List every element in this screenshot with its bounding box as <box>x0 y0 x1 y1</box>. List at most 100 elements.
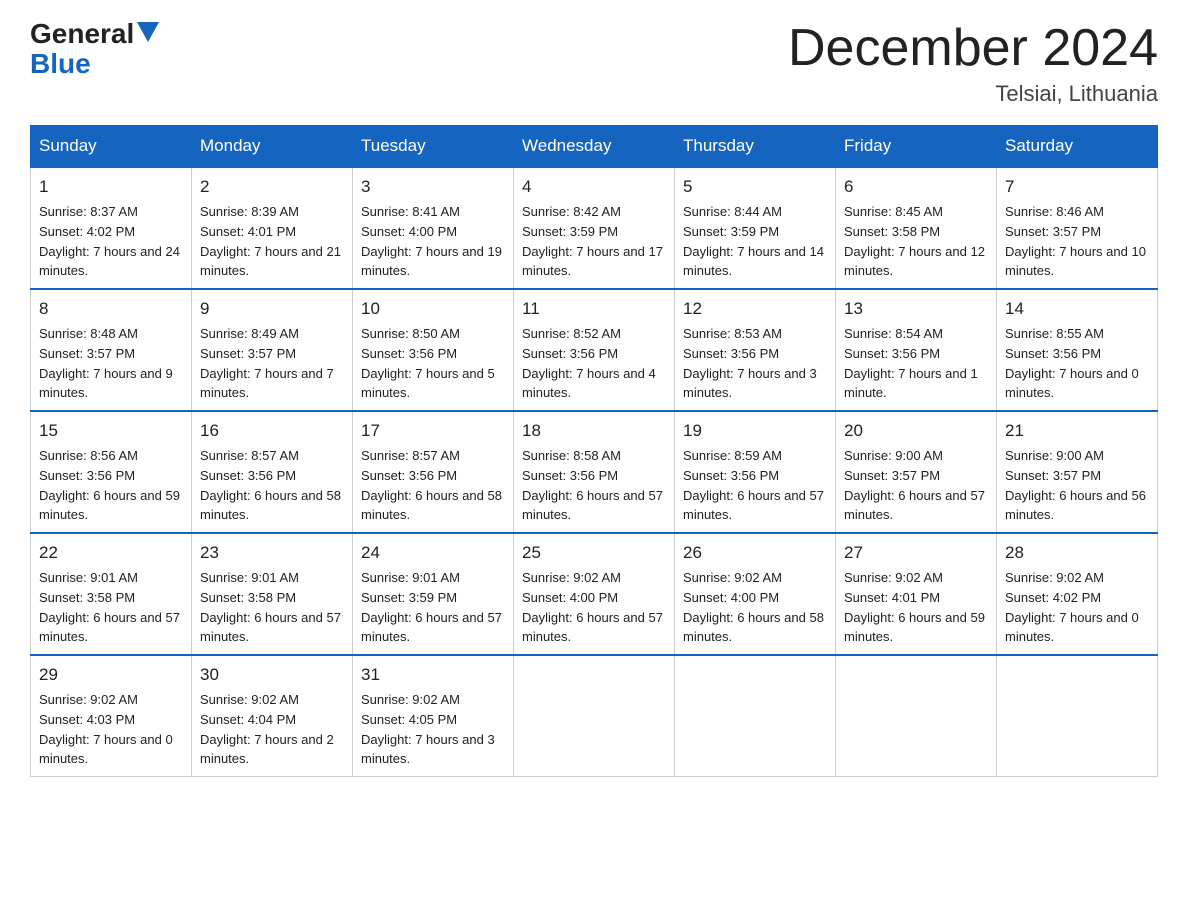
header-monday: Monday <box>192 126 353 168</box>
day-info: Sunrise: 8:52 AMSunset: 3:56 PMDaylight:… <box>522 326 656 401</box>
calendar-week-row: 8 Sunrise: 8:48 AMSunset: 3:57 PMDayligh… <box>31 289 1158 411</box>
calendar-week-row: 15 Sunrise: 8:56 AMSunset: 3:56 PMDaylig… <box>31 411 1158 533</box>
table-row: 4 Sunrise: 8:42 AMSunset: 3:59 PMDayligh… <box>514 167 675 289</box>
table-row: 20 Sunrise: 9:00 AMSunset: 3:57 PMDaylig… <box>836 411 997 533</box>
day-info: Sunrise: 8:59 AMSunset: 3:56 PMDaylight:… <box>683 448 824 523</box>
table-row: 14 Sunrise: 8:55 AMSunset: 3:56 PMDaylig… <box>997 289 1158 411</box>
day-info: Sunrise: 9:02 AMSunset: 4:00 PMDaylight:… <box>522 570 663 645</box>
table-row: 9 Sunrise: 8:49 AMSunset: 3:57 PMDayligh… <box>192 289 353 411</box>
table-row: 5 Sunrise: 8:44 AMSunset: 3:59 PMDayligh… <box>675 167 836 289</box>
table-row: 13 Sunrise: 8:54 AMSunset: 3:56 PMDaylig… <box>836 289 997 411</box>
logo-text-general: General <box>30 20 134 48</box>
header: General Blue December 2024 Telsiai, Lith… <box>30 20 1158 107</box>
logo-text-blue: Blue <box>30 48 91 80</box>
day-number: 14 <box>1005 297 1149 322</box>
day-info: Sunrise: 9:02 AMSunset: 4:01 PMDaylight:… <box>844 570 985 645</box>
day-info: Sunrise: 8:41 AMSunset: 4:00 PMDaylight:… <box>361 204 502 279</box>
table-row: 30 Sunrise: 9:02 AMSunset: 4:04 PMDaylig… <box>192 655 353 777</box>
table-row: 1 Sunrise: 8:37 AMSunset: 4:02 PMDayligh… <box>31 167 192 289</box>
day-number: 4 <box>522 175 666 200</box>
weekday-header-row: Sunday Monday Tuesday Wednesday Thursday… <box>31 126 1158 168</box>
day-number: 20 <box>844 419 988 444</box>
table-row: 21 Sunrise: 9:00 AMSunset: 3:57 PMDaylig… <box>997 411 1158 533</box>
table-row: 19 Sunrise: 8:59 AMSunset: 3:56 PMDaylig… <box>675 411 836 533</box>
day-number: 23 <box>200 541 344 566</box>
table-row: 15 Sunrise: 8:56 AMSunset: 3:56 PMDaylig… <box>31 411 192 533</box>
logo-arrow-icon <box>137 22 159 42</box>
table-row: 17 Sunrise: 8:57 AMSunset: 3:56 PMDaylig… <box>353 411 514 533</box>
day-number: 2 <box>200 175 344 200</box>
day-number: 24 <box>361 541 505 566</box>
day-info: Sunrise: 9:02 AMSunset: 4:00 PMDaylight:… <box>683 570 824 645</box>
day-number: 16 <box>200 419 344 444</box>
day-number: 13 <box>844 297 988 322</box>
day-info: Sunrise: 8:42 AMSunset: 3:59 PMDaylight:… <box>522 204 663 279</box>
table-row <box>514 655 675 777</box>
day-info: Sunrise: 9:01 AMSunset: 3:59 PMDaylight:… <box>361 570 502 645</box>
day-number: 27 <box>844 541 988 566</box>
day-info: Sunrise: 8:53 AMSunset: 3:56 PMDaylight:… <box>683 326 817 401</box>
table-row: 6 Sunrise: 8:45 AMSunset: 3:58 PMDayligh… <box>836 167 997 289</box>
calendar-week-row: 29 Sunrise: 9:02 AMSunset: 4:03 PMDaylig… <box>31 655 1158 777</box>
table-row: 24 Sunrise: 9:01 AMSunset: 3:59 PMDaylig… <box>353 533 514 655</box>
day-number: 28 <box>1005 541 1149 566</box>
day-number: 22 <box>39 541 183 566</box>
table-row: 22 Sunrise: 9:01 AMSunset: 3:58 PMDaylig… <box>31 533 192 655</box>
calendar-week-row: 1 Sunrise: 8:37 AMSunset: 4:02 PMDayligh… <box>31 167 1158 289</box>
day-number: 18 <box>522 419 666 444</box>
table-row: 3 Sunrise: 8:41 AMSunset: 4:00 PMDayligh… <box>353 167 514 289</box>
day-info: Sunrise: 8:37 AMSunset: 4:02 PMDaylight:… <box>39 204 180 279</box>
day-info: Sunrise: 9:02 AMSunset: 4:04 PMDaylight:… <box>200 692 334 767</box>
day-number: 3 <box>361 175 505 200</box>
day-info: Sunrise: 8:39 AMSunset: 4:01 PMDaylight:… <box>200 204 341 279</box>
day-number: 19 <box>683 419 827 444</box>
table-row: 7 Sunrise: 8:46 AMSunset: 3:57 PMDayligh… <box>997 167 1158 289</box>
calendar-week-row: 22 Sunrise: 9:01 AMSunset: 3:58 PMDaylig… <box>31 533 1158 655</box>
day-number: 31 <box>361 663 505 688</box>
day-info: Sunrise: 9:01 AMSunset: 3:58 PMDaylight:… <box>200 570 341 645</box>
header-thursday: Thursday <box>675 126 836 168</box>
day-number: 29 <box>39 663 183 688</box>
day-info: Sunrise: 9:02 AMSunset: 4:05 PMDaylight:… <box>361 692 495 767</box>
day-info: Sunrise: 9:00 AMSunset: 3:57 PMDaylight:… <box>1005 448 1146 523</box>
header-wednesday: Wednesday <box>514 126 675 168</box>
logo: General Blue <box>30 20 159 80</box>
table-row: 18 Sunrise: 8:58 AMSunset: 3:56 PMDaylig… <box>514 411 675 533</box>
day-info: Sunrise: 9:02 AMSunset: 4:03 PMDaylight:… <box>39 692 173 767</box>
day-info: Sunrise: 8:57 AMSunset: 3:56 PMDaylight:… <box>200 448 341 523</box>
table-row <box>997 655 1158 777</box>
day-number: 8 <box>39 297 183 322</box>
table-row: 31 Sunrise: 9:02 AMSunset: 4:05 PMDaylig… <box>353 655 514 777</box>
day-number: 5 <box>683 175 827 200</box>
day-number: 6 <box>844 175 988 200</box>
header-tuesday: Tuesday <box>353 126 514 168</box>
table-row: 16 Sunrise: 8:57 AMSunset: 3:56 PMDaylig… <box>192 411 353 533</box>
table-row: 10 Sunrise: 8:50 AMSunset: 3:56 PMDaylig… <box>353 289 514 411</box>
day-number: 30 <box>200 663 344 688</box>
day-info: Sunrise: 8:50 AMSunset: 3:56 PMDaylight:… <box>361 326 495 401</box>
month-title: December 2024 <box>788 20 1158 77</box>
day-info: Sunrise: 8:55 AMSunset: 3:56 PMDaylight:… <box>1005 326 1139 401</box>
table-row: 23 Sunrise: 9:01 AMSunset: 3:58 PMDaylig… <box>192 533 353 655</box>
table-row: 8 Sunrise: 8:48 AMSunset: 3:57 PMDayligh… <box>31 289 192 411</box>
day-number: 17 <box>361 419 505 444</box>
calendar-table: Sunday Monday Tuesday Wednesday Thursday… <box>30 125 1158 777</box>
table-row: 2 Sunrise: 8:39 AMSunset: 4:01 PMDayligh… <box>192 167 353 289</box>
day-number: 11 <box>522 297 666 322</box>
day-info: Sunrise: 9:02 AMSunset: 4:02 PMDaylight:… <box>1005 570 1139 645</box>
day-number: 12 <box>683 297 827 322</box>
day-number: 15 <box>39 419 183 444</box>
table-row: 11 Sunrise: 8:52 AMSunset: 3:56 PMDaylig… <box>514 289 675 411</box>
day-info: Sunrise: 8:56 AMSunset: 3:56 PMDaylight:… <box>39 448 180 523</box>
day-info: Sunrise: 8:45 AMSunset: 3:58 PMDaylight:… <box>844 204 985 279</box>
day-number: 21 <box>1005 419 1149 444</box>
day-info: Sunrise: 8:46 AMSunset: 3:57 PMDaylight:… <box>1005 204 1146 279</box>
table-row <box>836 655 997 777</box>
day-info: Sunrise: 8:48 AMSunset: 3:57 PMDaylight:… <box>39 326 173 401</box>
day-number: 26 <box>683 541 827 566</box>
day-info: Sunrise: 8:57 AMSunset: 3:56 PMDaylight:… <box>361 448 502 523</box>
header-saturday: Saturday <box>997 126 1158 168</box>
day-info: Sunrise: 9:00 AMSunset: 3:57 PMDaylight:… <box>844 448 985 523</box>
day-number: 7 <box>1005 175 1149 200</box>
title-area: December 2024 Telsiai, Lithuania <box>788 20 1158 107</box>
